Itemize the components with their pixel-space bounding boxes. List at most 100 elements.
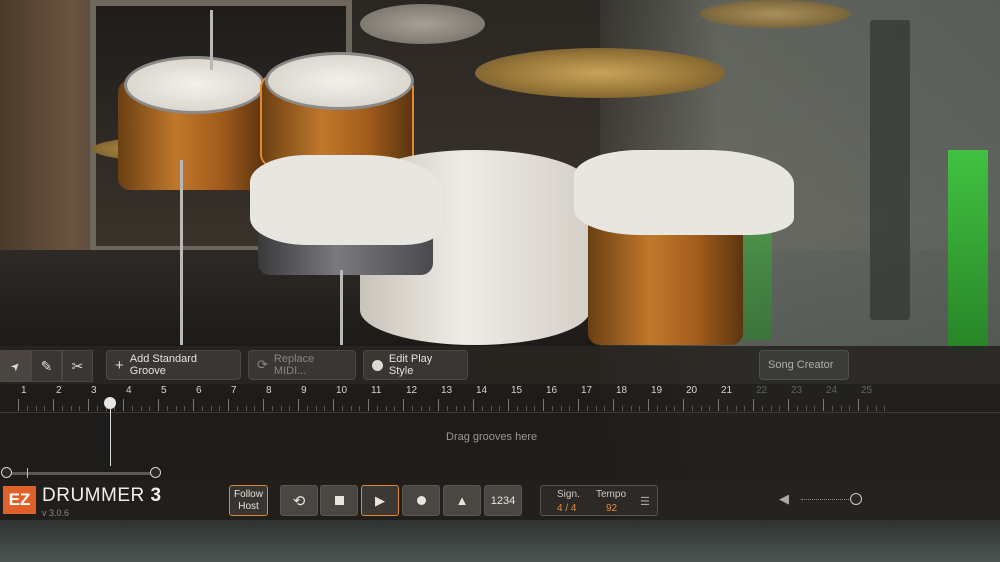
hamburger-menu-icon[interactable]: ☰ [640, 495, 650, 508]
master-volume-track[interactable] [801, 499, 853, 501]
bar-number: 25 [861, 385, 873, 396]
signature-label: Sign. [557, 489, 580, 500]
scissors-icon: ✂ [71, 357, 84, 374]
beat-tick [464, 406, 466, 411]
count-in-button[interactable]: 1234 [484, 485, 522, 516]
beat-tick [481, 406, 483, 411]
follow-host-button[interactable]: Follow Host [229, 485, 268, 516]
beat-tick [455, 406, 457, 411]
bar-number: 13 [441, 385, 453, 396]
cymbal-stand [210, 10, 213, 70]
hihat-stand [180, 160, 183, 345]
plus-icon: + [115, 356, 124, 374]
metronome-button[interactable]: ▲ [443, 485, 481, 516]
play-button[interactable]: ▶ [361, 485, 399, 516]
beat-tick [219, 406, 221, 411]
groove-toolbar: ➤ ✎ ✂ + Add Standard Groove ⟳ Replace MI… [0, 346, 1000, 384]
transport-bar: EZ DRUMMER 3 v 3.0.6 Follow Host ⟲ ▶ ▲ 1… [0, 480, 1000, 520]
beat-tick [201, 406, 203, 411]
song-creator-label: Song Creator [768, 359, 834, 371]
stop-button[interactable] [320, 485, 358, 516]
bar-tick [858, 399, 859, 411]
product-name-word: DRUMMER [42, 485, 145, 506]
loop-button[interactable]: ⟲ [280, 485, 318, 516]
follow-host-label-1: Follow [234, 489, 263, 500]
beat-tick [385, 406, 387, 411]
beat-tick [595, 406, 597, 411]
bar-tick [823, 399, 824, 411]
song-track-timeline[interactable]: 1 2 3 4 5 6 7 8 9 10 11 12 13 14 15 16 17 18 19 20 21 22 23 24 2… [0, 384, 1000, 466]
zoom-range-marker [27, 468, 28, 478]
beat-tick [289, 406, 291, 411]
signature-tempo-panel[interactable]: Sign. 4 / 4 Tempo 92 ☰ [540, 485, 658, 516]
add-standard-groove-button[interactable]: + Add Standard Groove [106, 350, 241, 380]
speaker-icon: ◀ [779, 491, 789, 506]
beat-tick [709, 406, 711, 411]
bar-tick [438, 399, 439, 411]
beat-tick [735, 406, 737, 411]
bar-tick [228, 399, 229, 411]
floor-tom-towel [574, 150, 794, 235]
playhead-handle[interactable] [104, 397, 116, 409]
beat-tick [166, 406, 168, 411]
beat-tick [831, 406, 833, 411]
knob-icon [372, 359, 383, 371]
master-volume-knob[interactable] [850, 493, 862, 505]
edit-tools: ➤ ✎ ✂ [0, 350, 93, 382]
bar-number: 12 [406, 385, 418, 396]
tempo-label: Tempo [596, 489, 627, 500]
zoom-range-track[interactable] [6, 472, 156, 475]
beat-tick [411, 406, 413, 411]
product-name: DRUMMER 3 [42, 485, 162, 507]
bar-number: 16 [546, 385, 558, 396]
beat-tick [35, 406, 37, 411]
signature-value[interactable]: 4 / 4 [557, 503, 576, 514]
beat-tick [254, 406, 256, 411]
bar-tick [368, 399, 369, 411]
record-button[interactable] [402, 485, 440, 516]
bar-number: 7 [231, 385, 237, 396]
beat-tick [350, 406, 352, 411]
beat-tick [866, 406, 868, 411]
beat-tick [875, 406, 877, 411]
beat-tick [280, 406, 282, 411]
ride-cymbal[interactable] [475, 48, 725, 98]
replace-midi-button[interactable]: ⟳ Replace MIDI... [248, 350, 356, 380]
beat-tick [551, 406, 553, 411]
crash-cymbal[interactable] [360, 4, 485, 44]
zoom-range-end-handle[interactable] [150, 467, 161, 478]
bar-number: 20 [686, 385, 698, 396]
bar-tick [543, 399, 544, 411]
beat-tick [840, 406, 842, 411]
bar-ruler[interactable]: 1 2 3 4 5 6 7 8 9 10 11 12 13 14 15 16 17 18 19 20 21 22 23 24 2… [0, 384, 1000, 413]
beat-tick [26, 406, 28, 411]
draw-tool-button[interactable]: ✎ [31, 350, 62, 382]
crash-cymbal-right[interactable] [700, 0, 850, 28]
bar-tick [578, 399, 579, 411]
beat-tick [306, 406, 308, 411]
mixer-background-strip [0, 520, 1000, 562]
edit-play-style-button[interactable]: Edit Play Style [363, 350, 468, 380]
tempo-value[interactable]: 92 [606, 503, 617, 514]
bar-tick [683, 399, 684, 411]
select-tool-button[interactable]: ➤ [0, 350, 31, 382]
beat-tick [516, 406, 518, 411]
bar-number: 10 [336, 385, 348, 396]
drag-grooves-hint: Drag grooves here [446, 431, 538, 443]
song-creator-button[interactable]: Song Creator [759, 350, 849, 380]
add-standard-groove-label: Add Standard Groove [129, 353, 198, 377]
cut-tool-button[interactable]: ✂ [62, 350, 93, 382]
bar-number: 4 [126, 385, 132, 396]
zoom-range-start-handle[interactable] [1, 467, 12, 478]
bar-tick [333, 399, 334, 411]
beat-tick [665, 406, 667, 411]
play-icon: ▶ [375, 492, 385, 508]
beat-tick [700, 406, 702, 411]
bar-tick [613, 399, 614, 411]
bar-tick [298, 399, 299, 411]
beat-tick [534, 406, 536, 411]
beat-tick [376, 406, 378, 411]
beat-tick [586, 406, 588, 411]
beat-tick [884, 406, 886, 411]
bar-number: 14 [476, 385, 488, 396]
